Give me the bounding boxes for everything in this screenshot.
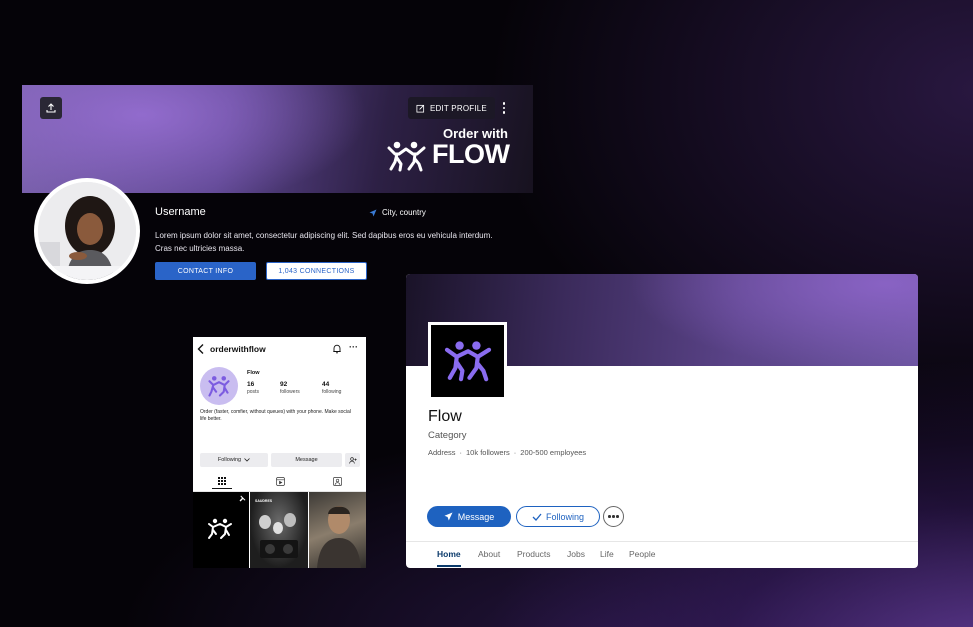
phone-header: orderwithflow ··· <box>193 337 366 361</box>
stat-value: 44 <box>322 381 330 388</box>
profile-handle: orderwithflow <box>210 344 266 354</box>
post-tile[interactable] <box>309 492 366 568</box>
tab-tagged[interactable] <box>327 477 347 489</box>
post-tile[interactable] <box>193 492 249 568</box>
stat-posts[interactable]: 16 posts <box>247 381 259 395</box>
edit-profile-label: EDIT PROFILE <box>430 103 487 113</box>
tab-people[interactable]: People <box>629 549 655 567</box>
tagged-icon <box>332 477 342 486</box>
company-category: Category <box>428 430 467 441</box>
upload-icon <box>46 103 56 113</box>
reels-icon <box>275 477 285 486</box>
stat-following[interactable]: 44 following <box>322 381 341 395</box>
portrait-photo <box>317 506 361 568</box>
company-meta: Address · 10k followers · 200-500 employ… <box>428 448 586 457</box>
message-button[interactable]: Message <box>427 506 511 527</box>
more-horizontal-icon[interactable]: ··· <box>349 342 358 352</box>
post-grid: SAUDRES <box>193 492 366 568</box>
meta-separator: · <box>513 448 517 457</box>
phone-profile: orderwithflow ··· Flow 16 posts 92 follo… <box>193 337 366 568</box>
tab-products[interactable]: Products <box>517 549 551 567</box>
send-icon <box>444 512 453 521</box>
profile-bio: Order (faster, comfier, without queues) … <box>200 409 351 422</box>
edit-profile-button[interactable]: EDIT PROFILE <box>408 97 495 119</box>
profile-bio: Lorem ipsum dolor sit amet, consectetur … <box>155 231 493 253</box>
stat-label: posts <box>247 389 259 395</box>
tab-home[interactable]: Home <box>437 549 461 567</box>
crowd-photo <box>259 513 298 558</box>
profile-banner: EDIT PROFILE Order with FLOW <box>22 85 533 193</box>
tab-reels[interactable] <box>270 477 290 489</box>
stat-followers[interactable]: 92 followers <box>280 381 300 395</box>
username: Username <box>155 206 206 218</box>
avatar[interactable] <box>200 367 238 405</box>
add-user-button[interactable] <box>345 453 360 467</box>
more-vertical-icon[interactable] <box>498 98 510 118</box>
upload-button[interactable] <box>40 97 62 119</box>
tab-about[interactable]: About <box>478 549 500 567</box>
company-followers: 10k followers <box>466 448 510 457</box>
tab-jobs[interactable]: Jobs <box>567 549 585 567</box>
bell-icon[interactable] <box>332 344 342 354</box>
message-button[interactable]: Message <box>271 453 342 467</box>
more-horizontal-icon[interactable] <box>603 506 624 527</box>
location: City, country <box>369 208 426 217</box>
post-tile[interactable]: SAUDRES <box>250 492 308 568</box>
edit-icon <box>416 104 425 113</box>
following-label: Following <box>545 511 585 522</box>
stat-value: 16 <box>247 381 255 388</box>
chevron-down-icon <box>244 458 250 462</box>
flow-logo-icon <box>208 518 232 539</box>
divider <box>406 541 918 542</box>
grid-icon <box>218 477 226 485</box>
post-caption: SAUDRES <box>255 499 273 503</box>
location-text: City, country <box>382 208 426 217</box>
following-button[interactable]: Following <box>516 506 600 527</box>
profile-tabs <box>193 473 366 492</box>
profile-photo <box>38 182 136 280</box>
connections-button[interactable]: 1,043 CONNECTIONS <box>266 262 367 280</box>
meta-separator: · <box>459 448 463 457</box>
following-label: Following <box>217 457 242 463</box>
tab-grid[interactable] <box>212 477 232 489</box>
company-address: Address <box>428 448 456 457</box>
add-user-icon <box>348 456 357 464</box>
tab-life[interactable]: Life <box>600 549 614 567</box>
contact-info-button[interactable]: CONTACT INFO <box>155 262 256 280</box>
company-employees: 200-500 employees <box>520 448 587 457</box>
stat-label: followers <box>280 389 300 395</box>
message-label: Message <box>457 511 495 522</box>
stat-value: 92 <box>280 381 288 388</box>
pin-icon <box>239 495 246 502</box>
avatar[interactable] <box>34 178 140 284</box>
stat-label: following <box>322 389 342 395</box>
company-page-card: Flow Category Address · 10k followers · … <box>406 274 918 568</box>
check-icon <box>532 513 542 521</box>
back-arrow-icon[interactable] <box>196 343 206 355</box>
location-arrow-icon <box>369 209 377 216</box>
flow-logo-icon <box>387 141 426 172</box>
profile-name: Flow <box>247 370 260 376</box>
flow-logo-icon <box>208 376 230 397</box>
following-button[interactable]: Following <box>200 453 268 467</box>
avatar-photo <box>38 182 136 280</box>
company-logo[interactable] <box>428 322 507 400</box>
flow-logo-icon <box>444 341 491 382</box>
brand-wordmark: FLOW <box>432 139 510 169</box>
company-name: Flow <box>428 408 462 425</box>
